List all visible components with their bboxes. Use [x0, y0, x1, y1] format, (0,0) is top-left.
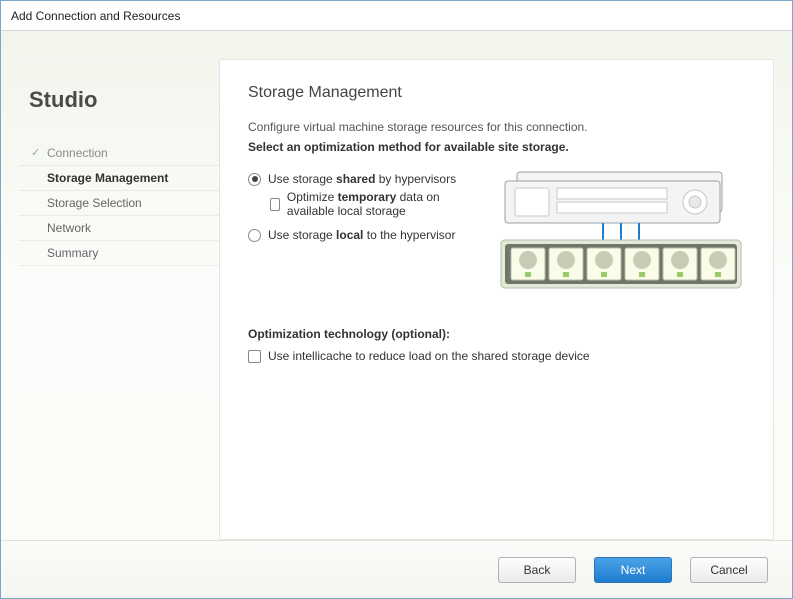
step-network[interactable]: Network	[19, 216, 219, 241]
next-button[interactable]: Next	[594, 557, 672, 583]
wizard-body: Studio Connection Storage Management Sto…	[1, 31, 792, 540]
back-button[interactable]: Back	[498, 557, 576, 583]
radio-shared-storage[interactable]: Use storage shared by hypervisors	[248, 172, 485, 186]
wizard-footer: Back Next Cancel	[1, 540, 792, 598]
checkbox-optimize-temporary-label: Optimize temporary data on available loc…	[287, 190, 485, 218]
radio-local-storage[interactable]: Use storage local to the hypervisor	[248, 228, 485, 242]
radio-local-label: Use storage local to the hypervisor	[268, 228, 455, 242]
checkbox-intellicache-label: Use intellicache to reduce load on the s…	[268, 349, 590, 363]
cancel-button[interactable]: Cancel	[690, 557, 768, 583]
brand-title: Studio	[29, 87, 219, 113]
checkbox-intellicache[interactable]: Use intellicache to reduce load on the s…	[248, 349, 745, 363]
step-storage-selection[interactable]: Storage Selection	[19, 191, 219, 216]
radio-shared-label: Use storage shared by hypervisors	[268, 172, 456, 186]
checkbox-icon	[248, 350, 261, 363]
window-title: Add Connection and Resources	[1, 1, 792, 31]
storage-illustration	[495, 168, 745, 293]
page-description: Configure virtual machine storage resour…	[248, 120, 745, 134]
page-prompt: Select an optimization method for availa…	[248, 140, 745, 154]
step-summary[interactable]: Summary	[19, 241, 219, 266]
wizard-sidebar: Studio Connection Storage Management Sto…	[19, 59, 219, 540]
page-heading: Storage Management	[248, 84, 745, 102]
wizard-steps: Connection Storage Management Storage Se…	[19, 141, 219, 266]
checkbox-icon	[270, 198, 280, 211]
step-storage-management[interactable]: Storage Management	[19, 166, 219, 191]
checkbox-optimize-temporary[interactable]: Optimize temporary data on available loc…	[270, 190, 485, 218]
radio-icon	[248, 229, 261, 242]
step-connection[interactable]: Connection	[19, 141, 219, 166]
wizard-page: Storage Management Configure virtual mac…	[219, 59, 774, 540]
optimization-heading: Optimization technology (optional):	[248, 327, 745, 341]
radio-icon	[248, 173, 261, 186]
